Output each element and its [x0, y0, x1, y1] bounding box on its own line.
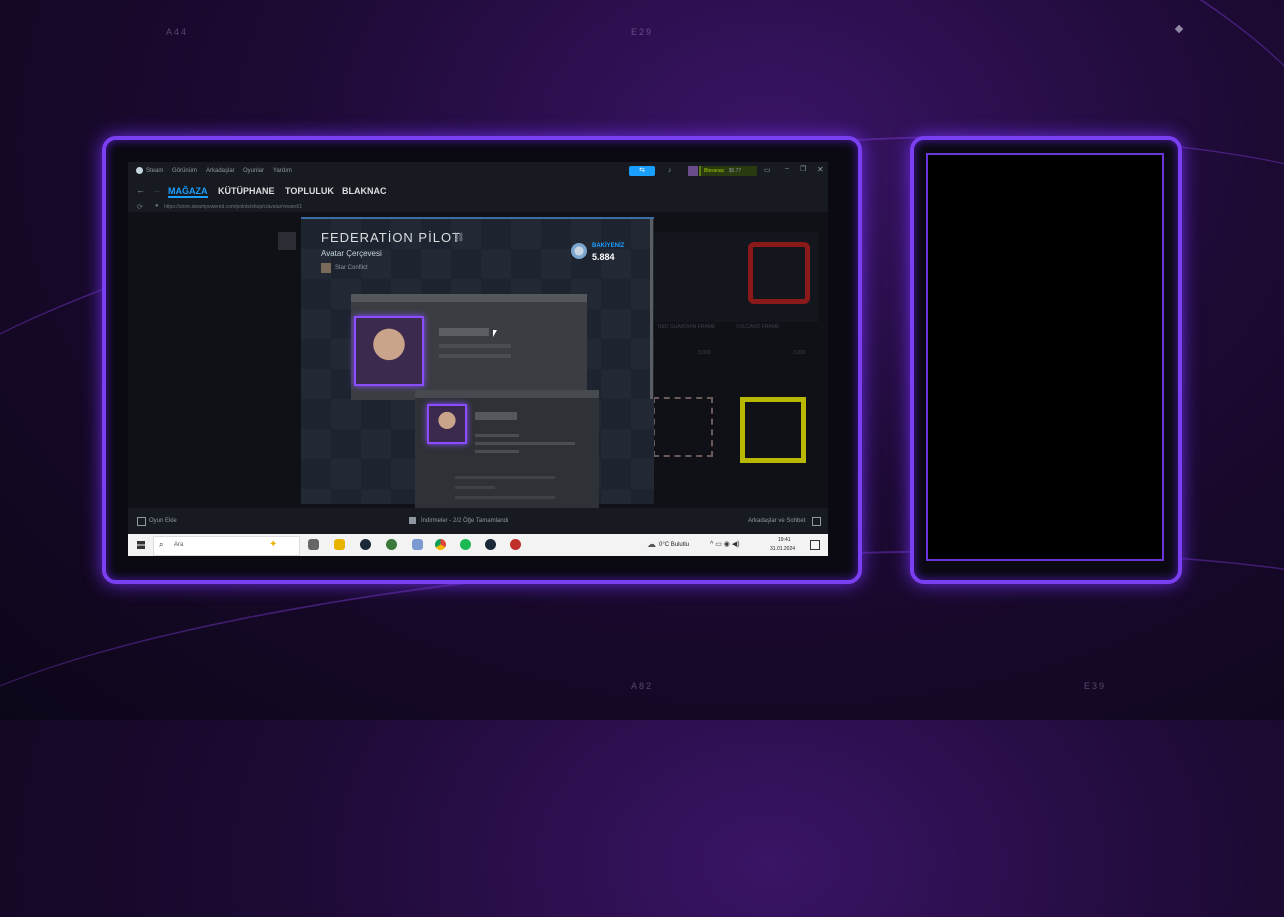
notification-bell-icon[interactable]: ♪ — [668, 167, 672, 174]
balance-value: 5.884 — [592, 252, 615, 262]
announcement-button[interactable]: ⇆ — [629, 166, 655, 176]
weather-icon: ☁ — [647, 539, 656, 549]
downloads-status[interactable]: İndirmeler - 2/2 Öğe Tamamlandı — [421, 518, 509, 524]
corner-label-bottom-center: A82 — [631, 681, 654, 691]
bg-item-name: VOLCANO FRAME — [736, 324, 780, 330]
mouse-cursor-icon — [493, 330, 497, 337]
avatar-frame-preview-small — [427, 404, 467, 444]
big-picture-icon[interactable]: ▭ — [764, 166, 771, 174]
user-avatar[interactable] — [688, 166, 698, 176]
shop-item-tile[interactable] — [653, 397, 713, 457]
search-icon: ⌕ — [159, 540, 164, 549]
chrome-icon[interactable] — [435, 539, 446, 550]
maximize-icon[interactable]: ❐ — [800, 165, 806, 173]
steam-nav: ← → MAĞAZA KÜTÜPHANE TOPLULUK BLAKNAC — [128, 180, 828, 202]
clock-date[interactable]: 31.01.2024 — [770, 546, 795, 552]
menu-friends[interactable]: Arkadaşlar — [206, 168, 235, 174]
steam-taskbar-icon[interactable] — [360, 539, 371, 550]
steam-points-icon — [571, 243, 587, 259]
preview-placeholder-bar — [475, 412, 517, 420]
friends-chat-icon[interactable] — [812, 517, 821, 526]
shop-item-tile[interactable] — [278, 232, 296, 250]
shop-item-tile[interactable] — [740, 397, 806, 463]
link-icon[interactable]: ⛓ — [453, 232, 464, 243]
user-badge[interactable]: Blessnac $5.77 — [699, 166, 757, 176]
spotify-icon[interactable] — [460, 539, 471, 550]
taskbar-search[interactable]: ⌕ Ara ✦ — [153, 536, 300, 556]
modal-scrollbar[interactable] — [650, 219, 653, 399]
steam-bottombar: Oyun Ekle İndirmeler - 2/2 Öğe Tamamland… — [128, 508, 828, 534]
bg-item-price: 3.000 — [698, 350, 711, 356]
back-arrow-icon[interactable]: ← — [136, 185, 145, 195]
lock-icon: ● — [155, 203, 159, 209]
app-icon[interactable] — [386, 539, 397, 550]
tab-library[interactable]: KÜTÜPHANE — [218, 186, 275, 196]
preview-placeholder-bar — [455, 486, 495, 489]
steam-taskbar-icon-2[interactable] — [485, 539, 496, 550]
reload-icon[interactable]: ⟳ — [137, 203, 143, 211]
app-icon-red[interactable] — [510, 539, 521, 550]
desktop-screen: Steam Görünüm Arkadaşlar Oyunlar Yardım … — [128, 162, 828, 556]
minimize-icon[interactable]: – — [785, 165, 789, 172]
steam-titlebar: Steam Görünüm Arkadaşlar Oyunlar Yardım … — [128, 162, 828, 180]
notification-icon[interactable] — [810, 540, 820, 550]
url-bar: ⟳ ● https://store.steampowered.com/point… — [128, 202, 828, 212]
preview-placeholder-bar — [475, 442, 575, 445]
tab-profile[interactable]: BLAKNAC — [342, 186, 387, 196]
profile-preview-small — [415, 390, 599, 510]
shop-item-tile[interactable] — [738, 232, 818, 322]
clock-time[interactable]: 19:41 — [778, 537, 791, 543]
balance-label: BAKİYENİZ — [592, 243, 625, 249]
preview-placeholder-bar — [439, 344, 511, 348]
menu-games[interactable]: Oyunlar — [243, 168, 264, 174]
corner-label-bottom-right: E39 — [1084, 681, 1107, 691]
preview-placeholder-bar — [439, 354, 511, 358]
user-name: Blessnac — [704, 168, 725, 174]
menu-view[interactable]: Görünüm — [172, 168, 197, 174]
downloads-icon — [409, 517, 416, 524]
item-detail-modal: FEDERATİON PİLOT ⛓ Avatar Çerçevesi Star… — [301, 217, 654, 510]
close-icon[interactable]: ✕ — [817, 165, 824, 174]
item-title: FEDERATİON PİLOT — [321, 230, 461, 245]
side-webcam-screen — [926, 153, 1164, 561]
search-highlight-icon: ✦ — [269, 539, 278, 550]
preview-placeholder-bar — [455, 496, 555, 499]
steam-logo-icon — [136, 167, 143, 174]
menu-help[interactable]: Yardım — [273, 168, 292, 174]
task-view-icon[interactable] — [308, 539, 319, 550]
menu-steam[interactable]: Steam — [146, 168, 163, 174]
friends-chat-button[interactable]: Arkadaşlar ve Sohbet — [748, 518, 805, 524]
tab-community[interactable]: TOPLULUK — [285, 186, 334, 196]
preview-placeholder-bar — [475, 434, 519, 437]
preview-placeholder-bar — [439, 328, 489, 336]
search-placeholder: Ara — [174, 542, 184, 548]
volcano-frame-thumb — [748, 242, 810, 304]
weather-text[interactable]: 0°C Bulutlu — [659, 542, 689, 548]
add-game-icon[interactable] — [137, 517, 146, 526]
add-game-button[interactable]: Oyun Ekle — [149, 518, 177, 524]
bg-item-name: NED GUARDIAN FRAME — [658, 324, 716, 330]
forward-arrow-icon[interactable]: → — [152, 185, 161, 195]
vscode-icon[interactable] — [412, 539, 423, 550]
profile-preview-large — [351, 294, 587, 400]
corner-label-top-left: A44 — [166, 27, 189, 37]
windows-start-icon[interactable] — [137, 541, 145, 549]
shop-item-tile[interactable] — [653, 232, 743, 322]
tray-icons[interactable]: ^ ▭ ◉ ◀) — [710, 540, 740, 548]
bg-item-price: 3.000 — [793, 350, 806, 356]
game-icon — [321, 263, 331, 273]
user-balance: $5.77 — [728, 168, 742, 174]
game-name[interactable]: Star Conflict — [335, 265, 368, 271]
preview-placeholder-bar — [475, 450, 519, 453]
windows-taskbar: ⌕ Ara ✦ ☁ 0°C Bulutlu ^ ▭ ◉ ◀) 19:41 31.… — [128, 534, 828, 556]
avatar-frame-preview-large — [354, 316, 424, 386]
item-subtitle: Avatar Çerçevesi — [321, 249, 382, 258]
corner-label-top-center: E29 — [631, 27, 654, 37]
preview-placeholder-bar — [455, 476, 555, 479]
tab-store[interactable]: MAĞAZA — [168, 186, 208, 198]
url-text[interactable]: https://store.steampowered.com/points/sh… — [164, 204, 302, 210]
file-explorer-icon[interactable] — [334, 539, 345, 550]
